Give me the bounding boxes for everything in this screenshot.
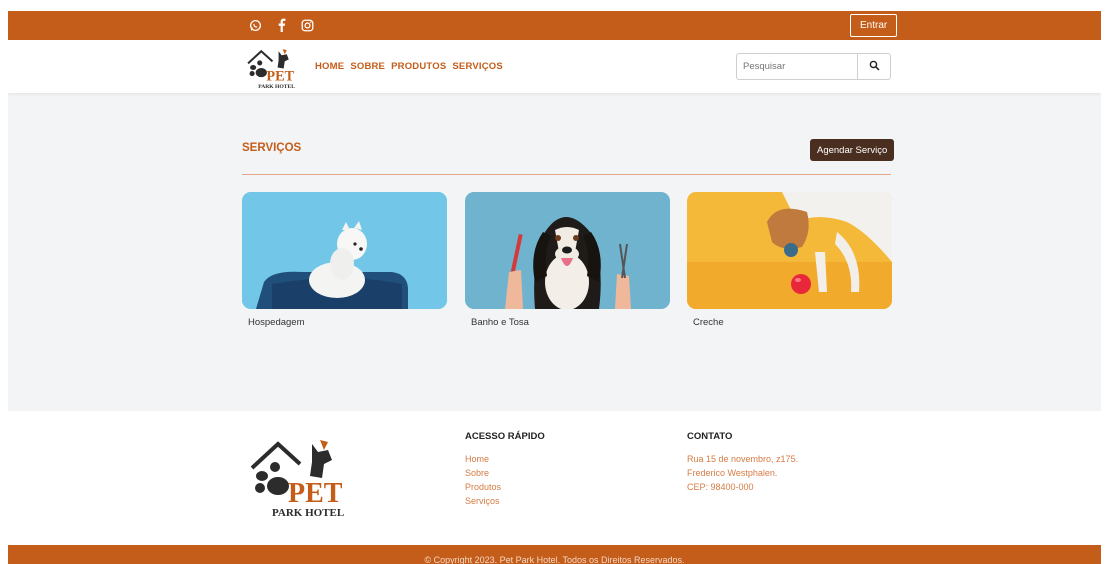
nav-item-home[interactable]: HOME <box>315 61 344 72</box>
search-icon <box>869 58 880 76</box>
search-button[interactable] <box>857 54 890 79</box>
footer-link-produtos[interactable]: Produtos <box>465 482 501 492</box>
section-title: SERVIÇOS <box>242 142 302 154</box>
service-card-hospedagem[interactable]: Hospedagem <box>242 192 447 328</box>
copyright-text: © Copyright 2023. Pet Park Hotel. Todos … <box>424 555 685 564</box>
instagram-icon[interactable] <box>300 17 314 33</box>
top-bar: Entrar <box>8 11 1101 40</box>
nav-item-servicos[interactable]: SERVIÇOS <box>452 61 503 72</box>
copyright-bar: © Copyright 2023. Pet Park Hotel. Todos … <box>8 545 1101 564</box>
nav-menu: HOME SOBRE PRODUTOS SERVIÇOS <box>315 61 503 72</box>
service-card-creche[interactable]: Creche <box>687 192 892 328</box>
contact: CONTATO Rua 15 de novembro, z175. Freder… <box>687 431 798 494</box>
contact-city: Frederico Westphalen. <box>687 468 778 478</box>
login-button[interactable]: Entrar <box>850 14 898 37</box>
contact-title: CONTATO <box>687 431 733 442</box>
contact-address: Rua 15 de novembro, z175. <box>687 454 799 464</box>
page: Entrar PET PARK HOTEL HOME SOBRE PRODUTO… <box>8 11 1101 564</box>
main-nav: PET PARK HOTEL HOME SOBRE PRODUTOS SERVI… <box>8 40 1101 93</box>
nav-item-sobre[interactable]: SOBRE <box>350 61 385 72</box>
service-card-banho-tosa[interactable]: Banho e Tosa <box>465 192 670 328</box>
svg-text:PET: PET <box>266 69 294 85</box>
facebook-icon[interactable] <box>274 17 288 33</box>
nav-item-produtos[interactable]: PRODUTOS <box>391 61 446 72</box>
search-box <box>736 53 891 80</box>
schedule-service-button[interactable]: Agendar Serviço <box>810 139 895 161</box>
social-links <box>248 17 314 33</box>
footer-link-home[interactable]: Home <box>465 454 489 464</box>
svg-text:PARK HOTEL: PARK HOTEL <box>272 507 344 519</box>
footer: PET PARK HOTEL ACESSO RÁPIDO Home Sobre … <box>8 411 1101 545</box>
search-input[interactable] <box>737 54 857 79</box>
section-divider <box>242 174 891 175</box>
service-image-creche[interactable] <box>687 192 892 309</box>
service-image-hospedagem[interactable] <box>242 192 447 309</box>
quick-access-title: ACESSO RÁPIDO <box>465 431 545 442</box>
whatsapp-icon[interactable] <box>248 17 262 33</box>
footer-logo: PET PARK HOTEL <box>248 434 356 520</box>
service-label: Banho e Tosa <box>471 317 529 328</box>
footer-link-sobre[interactable]: Sobre <box>465 468 489 478</box>
footer-link-servicos[interactable]: Serviços <box>465 496 500 506</box>
logo[interactable]: PET PARK HOTEL <box>246 46 301 90</box>
contact-cep: CEP: 98400-000 <box>687 482 754 492</box>
service-label: Hospedagem <box>248 317 305 328</box>
quick-access: ACESSO RÁPIDO Home Sobre Produtos Serviç… <box>465 431 545 508</box>
svg-text:PARK HOTEL: PARK HOTEL <box>258 84 295 90</box>
service-label: Creche <box>693 317 724 328</box>
service-image-banho-tosa[interactable] <box>465 192 670 309</box>
svg-text:PET: PET <box>288 478 343 509</box>
